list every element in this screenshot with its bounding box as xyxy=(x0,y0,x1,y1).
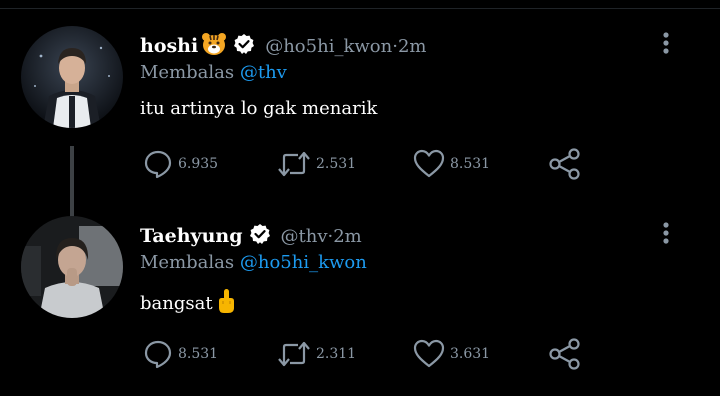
share-icon xyxy=(549,148,580,180)
like-count: 8.531 xyxy=(450,156,491,172)
tiger-face-icon xyxy=(201,32,227,60)
tweet-body: bangsat xyxy=(140,293,213,314)
top-divider xyxy=(0,8,720,9)
tweet-body: itu artinya lo gak menarik xyxy=(140,98,378,119)
reply-context: Membalas @thv xyxy=(140,62,287,83)
retweet-icon xyxy=(278,151,310,177)
tweet-header: hoshi @ho5hi_kwon · 2m xyxy=(140,32,426,60)
retweet-count: 2.311 xyxy=(316,346,357,362)
reply-button[interactable]: 8.531 xyxy=(142,336,218,372)
like-button[interactable]: 3.631 xyxy=(412,336,490,372)
retweet-icon xyxy=(278,341,310,367)
display-name[interactable]: Taehyung xyxy=(140,225,243,247)
display-name[interactable]: hoshi xyxy=(140,35,198,57)
reply-icon xyxy=(144,150,172,179)
avatar-hoshi[interactable] xyxy=(21,26,123,128)
verified-badge-icon xyxy=(233,33,255,59)
reply-count: 6.935 xyxy=(178,156,219,172)
reply-mention[interactable]: @thv xyxy=(240,62,287,83)
action-bar: 8.531 2.311 3.631 xyxy=(0,336,720,372)
tweet-taehyung[interactable]: Taehyung @thv · 2m Membalas @ho5hi_kwon … xyxy=(0,206,720,396)
retweet-button[interactable]: 2.311 xyxy=(276,336,356,372)
reply-prefix: Membalas xyxy=(140,62,240,83)
share-button[interactable] xyxy=(548,336,582,372)
tweet-header: Taehyung @thv · 2m xyxy=(140,222,362,250)
like-button[interactable]: 8.531 xyxy=(412,146,490,182)
retweet-count: 2.531 xyxy=(316,156,357,172)
like-count: 3.631 xyxy=(450,346,491,362)
tweet-text: bangsat xyxy=(140,288,236,319)
avatar-taehyung[interactable] xyxy=(21,216,123,318)
middle-finger-icon xyxy=(216,288,236,319)
timestamp[interactable]: 2m xyxy=(398,36,427,57)
share-icon xyxy=(549,338,580,370)
reply-icon xyxy=(144,340,172,369)
reply-count: 8.531 xyxy=(178,346,219,362)
action-bar: 6.935 2.531 8.531 xyxy=(0,146,720,182)
verified-badge-icon xyxy=(249,223,271,249)
reply-mention[interactable]: @ho5hi_kwon xyxy=(240,252,367,273)
heart-icon xyxy=(413,339,445,368)
more-vertical-icon[interactable] xyxy=(656,220,676,248)
heart-icon xyxy=(413,149,445,178)
reply-button[interactable]: 6.935 xyxy=(142,146,218,182)
share-button[interactable] xyxy=(548,146,582,182)
more-vertical-icon[interactable] xyxy=(656,30,676,58)
handle[interactable]: @ho5hi_kwon xyxy=(265,36,392,57)
handle[interactable]: @thv xyxy=(281,226,328,247)
tweet-text: itu artinya lo gak menarik xyxy=(140,98,377,119)
retweet-button[interactable]: 2.531 xyxy=(276,146,356,182)
timestamp[interactable]: 2m xyxy=(333,226,362,247)
reply-context: Membalas @ho5hi_kwon xyxy=(140,252,367,273)
tweet-hoshi[interactable]: hoshi @ho5hi_kwon · 2m Membalas @thv itu… xyxy=(0,16,720,224)
reply-prefix: Membalas xyxy=(140,252,240,273)
